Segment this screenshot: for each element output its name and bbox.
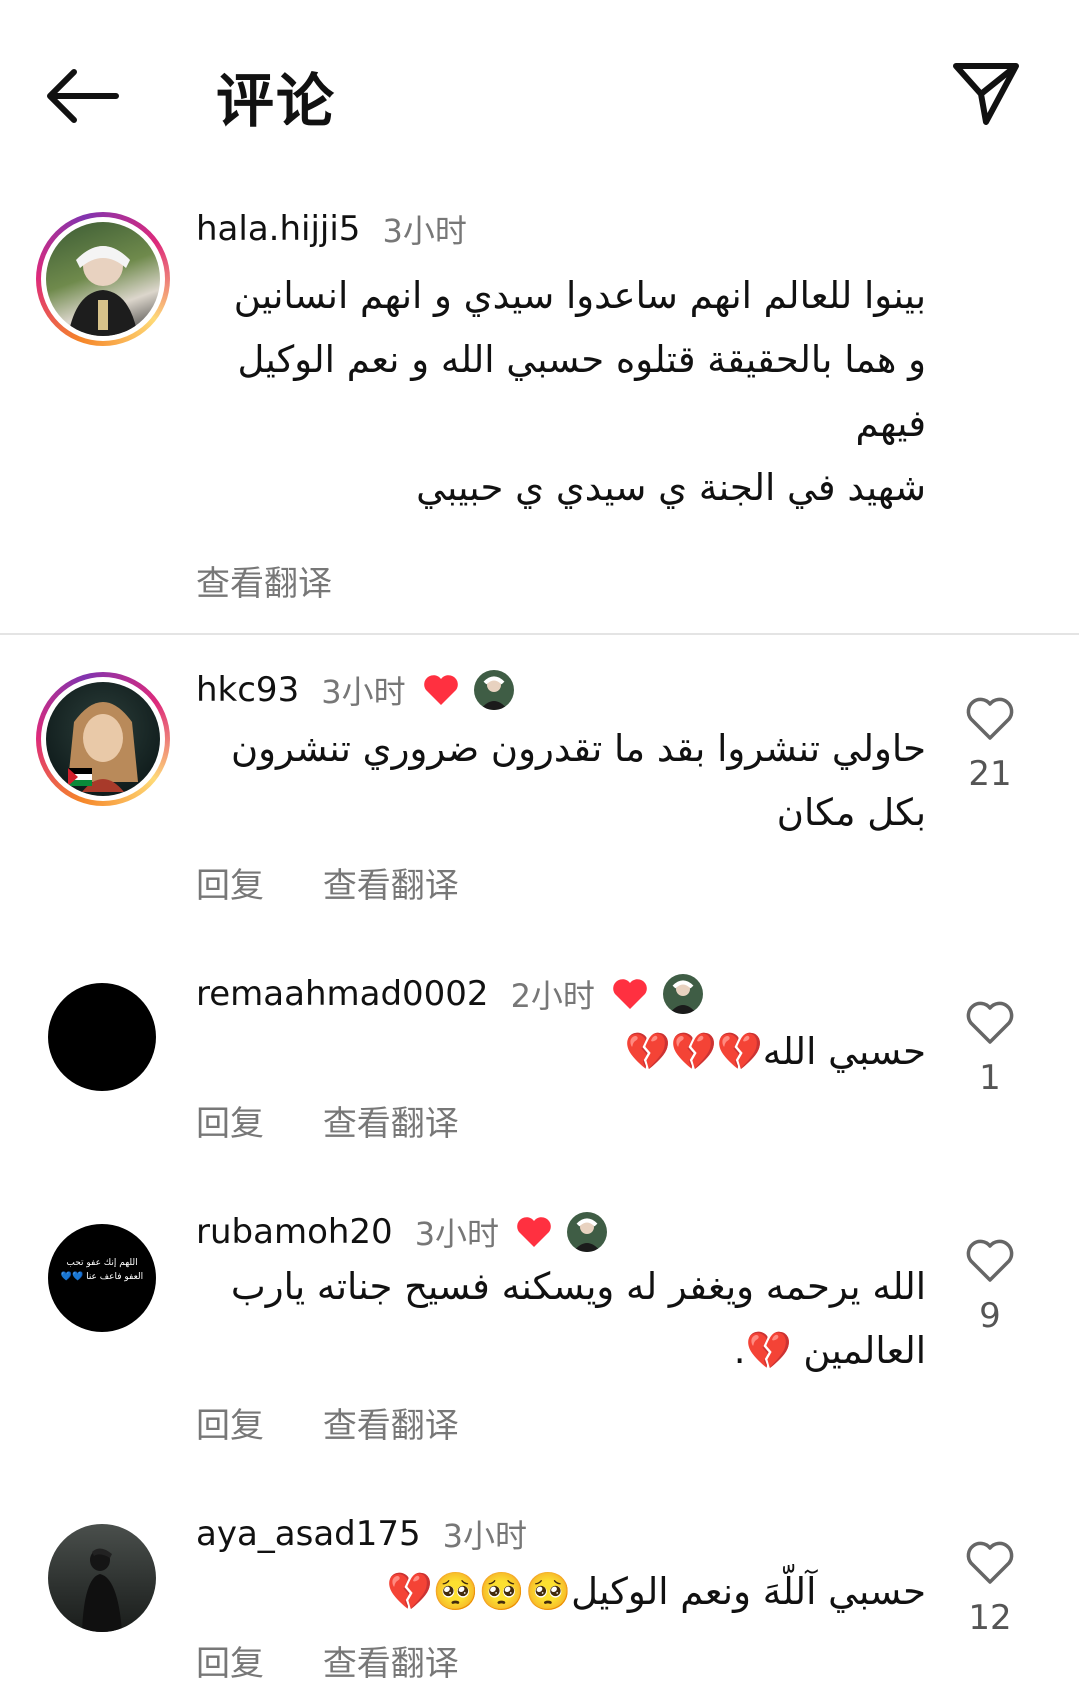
like-control: 9: [962, 1238, 1018, 1336]
like-control: 1: [962, 1000, 1018, 1098]
caption-line: و هما بالحقيقة قتلوه حسبي الله و نعم الو…: [237, 338, 926, 381]
page-title: 评论: [216, 67, 337, 135]
like-heart-icon[interactable]: [965, 1000, 1015, 1046]
like-heart-icon[interactable]: [965, 696, 1015, 742]
back-arrow-icon[interactable]: [44, 66, 120, 126]
see-translation-button[interactable]: 查看翻译: [323, 1104, 459, 1144]
see-translation-button[interactable]: 查看翻译: [323, 1406, 459, 1446]
like-heart-icon[interactable]: [965, 1238, 1015, 1284]
timestamp: 3小时: [442, 1517, 528, 1555]
comment-line: حاولي تنشروا بقد ما تقدرون ضروري تنشرون: [230, 727, 926, 770]
creator-liked-heart-icon: [517, 1217, 551, 1247]
comment-line: الله يرحمه ويغفر له ويسكنه فسيح جناته يا…: [230, 1265, 926, 1308]
comment-line: العالمين 💔.: [733, 1329, 926, 1372]
reply-button[interactable]: 回复: [196, 866, 264, 906]
username[interactable]: rubamoh20: [196, 1212, 393, 1252]
timestamp: 3小时: [414, 1215, 500, 1253]
comment-line: بكل مكان: [776, 791, 926, 834]
reply-button[interactable]: 回复: [196, 1644, 264, 1684]
like-count: 1: [979, 1058, 1001, 1098]
timestamp: 3小时: [382, 212, 467, 250]
like-count: 12: [968, 1598, 1012, 1638]
divider: [0, 633, 1079, 635]
comment-line: حسبي آللّهَ ونعم الوكيل🥺🥺🥺💔: [386, 1570, 926, 1613]
see-translation-button[interactable]: 查看翻译: [323, 1644, 459, 1684]
like-heart-icon[interactable]: [965, 1540, 1015, 1586]
creator-avatar-mini: [567, 1212, 608, 1252]
creator-liked-heart-icon: [613, 979, 647, 1009]
avatar[interactable]: اللهم إنك عفو تحب العفو فاعف عنا 💙💙: [48, 1224, 156, 1332]
caption-line: بينوا للعالم انهم ساعدوا سيدي و انهم انس…: [233, 274, 926, 317]
timestamp: 2小时: [510, 977, 595, 1015]
reply-button[interactable]: 回复: [196, 1104, 264, 1144]
caption-line: فيهم: [855, 402, 926, 445]
creator-avatar-mini: [662, 974, 703, 1014]
avatar-text: اللهم إنك عفو تحب العفو فاعف عنا 💙💙: [60, 1258, 144, 1282]
timestamp: 3小时: [321, 673, 406, 711]
like-control: 12: [962, 1540, 1018, 1638]
comment-text: الله يرحمه ويغفر له ويسكنه فسيح جناته يا…: [200, 1255, 926, 1383]
comment-text: حسبي الله💔💔💔: [200, 1020, 927, 1084]
caption-text: بينوا للعالم انهم ساعدوا سيدي و انهم انس…: [200, 264, 926, 520]
avatar[interactable]: [36, 672, 170, 806]
creator-avatar-mini: [473, 670, 514, 710]
comment-text: حاولي تنشروا بقد ما تقدرون ضروري تنشرون …: [200, 717, 926, 845]
like-control: 21: [962, 696, 1018, 794]
username[interactable]: aya_asad175: [196, 1514, 421, 1554]
like-count: 21: [968, 754, 1012, 794]
reply-button[interactable]: 回复: [196, 1406, 264, 1446]
see-translation-button[interactable]: 查看翻译: [196, 564, 332, 604]
username[interactable]: hala.hijji5: [196, 209, 360, 249]
username[interactable]: remaahmad0002: [196, 974, 489, 1014]
username[interactable]: hkc93: [196, 670, 299, 710]
avatar[interactable]: [48, 983, 156, 1091]
avatar[interactable]: [36, 212, 170, 346]
like-count: 9: [979, 1296, 1001, 1336]
see-translation-button[interactable]: 查看翻译: [323, 866, 459, 906]
header-bar: 评论: [0, 0, 1079, 190]
caption-line: شهيد في الجنة ي سيدي ي حبيبي: [416, 466, 926, 509]
send-icon[interactable]: [950, 58, 1022, 128]
creator-liked-heart-icon: [423, 675, 458, 705]
comment-text: حسبي آللّهَ ونعم الوكيل🥺🥺🥺💔: [200, 1560, 926, 1624]
comment-line: حسبي الله💔💔💔: [624, 1030, 927, 1073]
avatar[interactable]: [48, 1524, 156, 1632]
